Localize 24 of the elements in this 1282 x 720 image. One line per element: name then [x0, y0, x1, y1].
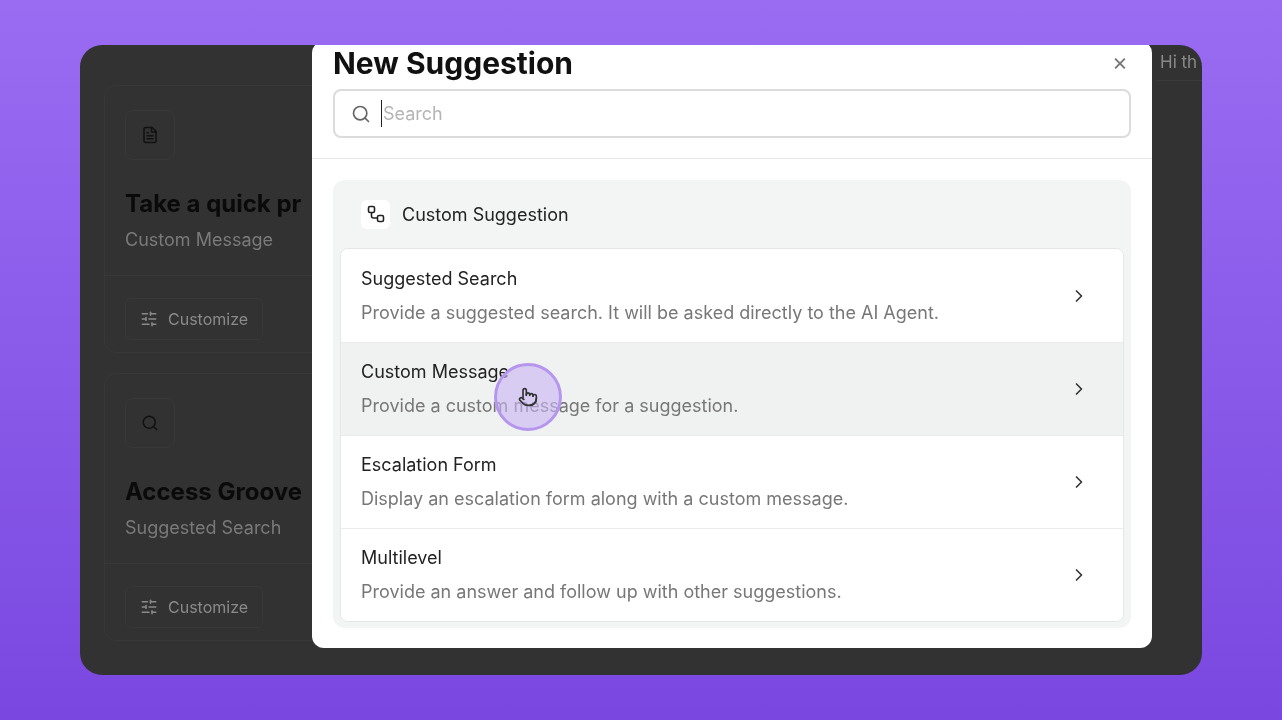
- linked-squares-icon: [366, 205, 385, 223]
- suggestion-type-item[interactable]: Multilevel Provide an answer and follow up with other suggestions.: [341, 528, 1123, 621]
- card-subtitle: Custom Message: [125, 228, 274, 252]
- item-description: Provide a suggested search. It will be asked directly to the AI Agent.: [361, 301, 940, 324]
- sliders-icon: [140, 598, 158, 616]
- item-title: Custom Message: [361, 361, 510, 383]
- customize-button[interactable]: Customize: [125, 586, 264, 628]
- close-button[interactable]: ×: [1112, 49, 1128, 75]
- group-title: Custom Suggestion: [402, 202, 569, 227]
- item-description: Display an escalation form along with a custom message.: [361, 488, 849, 510]
- header-text: Hi th: [1160, 50, 1198, 74]
- dialog-title: New Suggestion: [333, 45, 574, 83]
- item-title: Multilevel: [361, 547, 442, 569]
- customize-button[interactable]: Customize: [125, 298, 264, 340]
- document-icon: [141, 126, 159, 144]
- search-field[interactable]: Search: [333, 89, 1131, 138]
- sliders-icon: [140, 310, 158, 328]
- search-icon: [351, 103, 371, 124]
- item-title: Escalation Form: [361, 454, 497, 476]
- search-input[interactable]: Search: [381, 100, 1113, 127]
- item-title: Suggested Search: [361, 267, 518, 290]
- item-description: Provide an answer and follow up with other suggestions.: [361, 581, 842, 603]
- search-icon: [141, 414, 159, 432]
- card-subtitle: Suggested Search: [125, 516, 282, 540]
